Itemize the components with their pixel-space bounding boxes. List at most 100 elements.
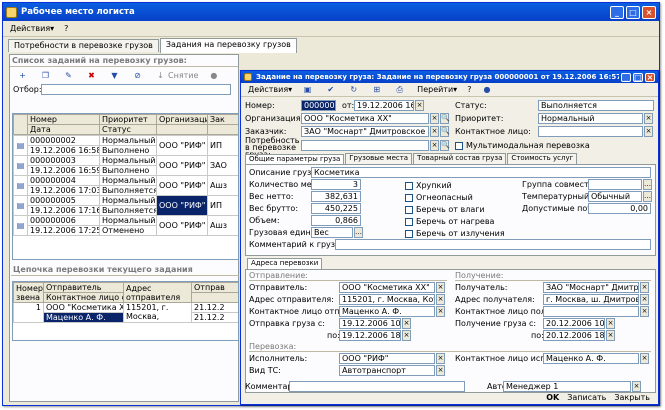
komg-input[interactable] <box>335 239 651 250</box>
clear-icon[interactable]: × <box>606 330 615 341</box>
filter-input[interactable] <box>41 84 231 95</box>
status-input[interactable]: Выполняется <box>538 100 654 111</box>
kisp-input[interactable]: Маценко А. Ф. <box>543 353 639 364</box>
maximize-icon[interactable]: □ <box>626 5 640 19</box>
cargo-checkbox[interactable] <box>405 205 413 214</box>
clear-icon[interactable]: × <box>436 353 445 364</box>
task-row[interactable]: ▤ 000000005 Нормальный ООО "РИФ" ИП <box>13 195 238 216</box>
date-input[interactable]: 19.12.2006 16:57:38 <box>354 100 414 111</box>
doc-actions-menu[interactable]: Действия ▾ <box>244 83 296 96</box>
tab-tasks[interactable]: Задания на перевозку грузов <box>159 38 297 53</box>
cargo-checkbox[interactable] <box>405 229 413 238</box>
edit-icon[interactable]: ✎ <box>59 69 80 82</box>
potr-input[interactable] <box>301 140 429 151</box>
col-num[interactable]: Номер <box>27 114 100 125</box>
snyatie-button[interactable]: ↓ Снятие <box>151 69 202 82</box>
col-status[interactable]: Статус <box>99 124 157 135</box>
clear-icon[interactable]: × <box>640 353 649 364</box>
vnet-input[interactable]: 382,631 <box>311 191 361 202</box>
col-prio[interactable]: Приоритет <box>99 114 157 125</box>
doc-tab-2[interactable]: Товарный состав груза <box>413 153 507 164</box>
prio-input[interactable]: Нормальный <box>538 113 643 124</box>
multi-checkbox[interactable] <box>455 141 463 150</box>
clear-icon[interactable]: × <box>430 126 439 137</box>
task-row[interactable]: ▤ 000000004 Нормальный ООО "РИФ" Ашз <box>13 175 238 196</box>
polpo-input[interactable]: 20.12.2006 18:00 <box>543 330 605 341</box>
post-icon[interactable]: ✔ <box>321 83 342 96</box>
clear-icon[interactable]: × <box>415 100 424 111</box>
isp-input[interactable]: ООО "РИФ" <box>339 353 435 364</box>
help-icon[interactable]: ? <box>60 22 72 35</box>
opis-input[interactable]: Косметика <box>311 167 651 178</box>
org-input[interactable]: ООО "Косметика ХХ" <box>301 113 429 124</box>
tree-icon[interactable]: ⊞ <box>367 83 388 96</box>
select-icon[interactable]: … <box>643 179 652 190</box>
col-org[interactable]: Организация <box>156 114 208 125</box>
open-icon[interactable]: 🔍 <box>440 113 450 124</box>
temp-input[interactable]: Обычный <box>588 191 642 202</box>
clear-icon[interactable]: × <box>430 140 439 151</box>
doc-titlebar[interactable]: Задание на перевозку груза: Задание на п… <box>241 71 658 83</box>
save-icon[interactable]: ▣ <box>298 83 319 96</box>
tab-needs[interactable]: Потребности в перевозке грузов <box>8 39 159 52</box>
gred-input[interactable]: Вес <box>311 227 353 238</box>
doc-info-icon[interactable]: ● <box>477 83 498 96</box>
close-icon[interactable]: × <box>642 5 656 19</box>
doc-tab-3[interactable]: Стоимость услуг <box>507 153 578 164</box>
chain-row[interactable]: 1ООО "Косметика ХХ"115201, г. Москва,21.… <box>13 302 238 323</box>
clear-icon[interactable]: × <box>436 365 445 376</box>
open-icon[interactable]: 🔍 <box>440 140 450 151</box>
vts-input[interactable]: Автотранспорт <box>339 365 435 376</box>
zak-input[interactable]: ЗАО "Моснарт" Дмитровское шоссе 116 <box>301 126 429 137</box>
adr-tab[interactable]: Адреса перевозки <box>247 258 323 269</box>
task-row[interactable]: ▤ 000000003 Нормальный ООО "РИФ" ЗАО <box>13 155 238 176</box>
otprpo-input[interactable]: 19.12.2006 18:00 <box>339 330 401 341</box>
clear-icon[interactable]: × <box>644 126 653 137</box>
grsov-input[interactable] <box>588 179 642 190</box>
chain-col-sender[interactable]: Отправитель <box>43 282 124 293</box>
chain-col-contact[interactable]: Контактное лицо отпра... <box>43 292 124 303</box>
col-cust[interactable]: Зак <box>207 114 238 125</box>
minimize-icon[interactable]: _ <box>610 5 624 19</box>
clear-icon[interactable]: × <box>402 318 411 329</box>
print-icon[interactable]: ⎙ <box>390 83 411 96</box>
clear-icon[interactable]: × <box>640 294 649 305</box>
clear-icon[interactable]: × <box>436 282 445 293</box>
clear-icon[interactable]: × <box>436 306 445 317</box>
task-row[interactable]: ▤ 000000006 Нормальный ООО "РИФ" Ашз <box>13 215 238 236</box>
obem-input[interactable]: 0,866 <box>311 215 361 226</box>
cargo-checkbox[interactable] <box>405 193 413 202</box>
copy-icon[interactable]: ❐ <box>36 69 57 82</box>
clear-icon[interactable]: × <box>436 294 445 305</box>
col-date[interactable]: Дата <box>27 124 100 135</box>
adrp-input[interactable]: г. Москва, ш. Дмитровское, д.116д <box>543 294 639 305</box>
save-button[interactable]: Записать <box>563 393 610 402</box>
close-button[interactable]: Закрыть <box>610 393 654 402</box>
actions-menu[interactable]: Действия ▾ <box>6 22 58 35</box>
task-row[interactable]: ▤ 000000002 Нормальный ООО "РИФ" ИП <box>13 135 238 156</box>
filter-icon[interactable]: ▼ <box>105 69 126 82</box>
ok-button[interactable]: OK <box>542 393 563 402</box>
select-icon[interactable]: … <box>354 227 363 238</box>
go-menu[interactable]: Перейти ▾ <box>413 83 461 96</box>
cargo-checkbox[interactable] <box>405 181 413 190</box>
kol-input[interactable]: 3 <box>311 179 361 190</box>
doc-tab-1[interactable]: Грузовые места <box>345 153 413 164</box>
pot-input[interactable]: 0,00 <box>588 203 651 214</box>
kont-input[interactable] <box>538 126 643 137</box>
kontp-input[interactable] <box>543 306 639 317</box>
konto-input[interactable]: Маценко А. Ф. <box>339 306 435 317</box>
otpr-input[interactable]: ООО "Косметика ХХ" <box>339 282 435 293</box>
pol-input[interactable]: ЗАО "Моснарт" Дмитровское шосс <box>543 282 639 293</box>
otprs-input[interactable]: 19.12.2006 10:00 <box>339 318 401 329</box>
info-icon[interactable]: ● <box>204 69 225 82</box>
pols-input[interactable]: 20.12.2006 10:00 <box>543 318 605 329</box>
clear-icon[interactable]: × <box>640 306 649 317</box>
refresh-icon[interactable]: ↻ <box>344 83 365 96</box>
clear-icon[interactable]: × <box>402 330 411 341</box>
doc-maximize-icon[interactable]: □ <box>633 72 643 82</box>
clear-icon[interactable]: × <box>430 113 439 124</box>
filter-clear-icon[interactable]: ⊘ <box>128 69 149 82</box>
chain-col-addr[interactable]: Адрес отправителя <box>123 282 192 303</box>
clear-icon[interactable]: × <box>606 318 615 329</box>
